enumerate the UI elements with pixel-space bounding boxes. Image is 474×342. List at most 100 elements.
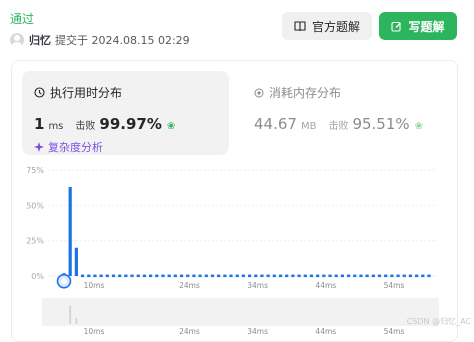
chart-bar[interactable] (161, 274, 165, 278)
complexity-label: 复杂度分析 (48, 141, 103, 154)
chart-bar[interactable] (99, 274, 103, 278)
chart-bar[interactable] (384, 274, 388, 278)
chart-bar[interactable] (377, 274, 382, 278)
chart-bar[interactable] (365, 274, 369, 278)
y-tick-label: 25% (26, 237, 44, 246)
csdn-watermark: CSDN @归忆_AC (406, 317, 471, 326)
chart-bar[interactable] (235, 274, 239, 278)
chart-bar[interactable] (210, 274, 215, 278)
chart-bar[interactable] (179, 274, 184, 278)
chart-bar[interactable] (278, 274, 283, 278)
chart-bar[interactable] (149, 274, 153, 278)
x-tick-label: 10ms (84, 281, 105, 290)
range-tick-label: 34ms (247, 327, 268, 336)
chart-bar[interactable] (204, 274, 208, 278)
chart-bar[interactable] (247, 274, 252, 278)
chart-bar[interactable] (241, 274, 246, 278)
edit-icon (391, 21, 402, 32)
chart-bar[interactable] (316, 274, 320, 278)
chart-bar[interactable] (105, 274, 109, 278)
chart-bar[interactable] (421, 274, 425, 278)
chart-bar[interactable] (229, 274, 233, 278)
chart-bar[interactable] (303, 274, 307, 278)
chart-bar[interactable] (223, 274, 227, 278)
chart-bar[interactable] (402, 274, 406, 278)
chart-bar[interactable] (130, 274, 134, 278)
write-solution-button[interactable]: 写题解 (379, 12, 457, 40)
chart-bar[interactable] (87, 274, 91, 278)
chart-bar[interactable] (142, 274, 147, 278)
chart-bar[interactable] (124, 274, 128, 278)
official-solution-button[interactable]: 官方题解 (282, 12, 372, 40)
chart-bar[interactable] (136, 274, 140, 278)
chart-bar[interactable] (340, 274, 344, 278)
write-solution-label: 写题解 (408, 19, 445, 34)
y-tick-label: 75% (26, 166, 44, 175)
chart-bar[interactable] (118, 274, 122, 278)
avatar[interactable] (10, 33, 24, 47)
chart-bar[interactable] (309, 274, 314, 278)
chart-bar[interactable] (93, 274, 97, 278)
chart-bar[interactable] (285, 274, 289, 278)
memory-stats: 44.67 MB 击败 95.51% ❀ (254, 115, 423, 133)
chart-bar[interactable] (111, 274, 116, 278)
chart-bar[interactable] (155, 274, 159, 278)
chart-bar[interactable] (80, 274, 85, 278)
submission-meta: 归忆 提交于 2024.08.15 02:29 (10, 32, 190, 48)
chart-bar[interactable] (291, 274, 295, 278)
chart-bar[interactable] (322, 274, 326, 278)
memory-title: 消耗内存分布 (269, 86, 342, 100)
chart-bar[interactable] (192, 274, 196, 278)
memory-beats-percent: 95.51% (352, 115, 410, 133)
chart-bar[interactable] (217, 274, 221, 278)
chart-bar[interactable] (346, 274, 351, 278)
runtime-value: 1 (34, 115, 45, 133)
chart-bar[interactable] (74, 247, 78, 276)
leaf-icon: ❀ (166, 121, 176, 132)
chart-bar[interactable] (334, 274, 338, 278)
range-mini-bar (63, 323, 65, 324)
chart-bar[interactable] (353, 274, 357, 278)
chart-bar[interactable] (266, 274, 270, 278)
chart-bar[interactable] (390, 274, 394, 278)
range-selector-track (42, 298, 439, 326)
memory-unit: MB (300, 121, 317, 132)
chart-bar[interactable] (396, 274, 400, 278)
accepted-status: 通过 (10, 12, 35, 26)
leaf-icon-memory: ❀ (414, 121, 424, 132)
range-tick-label: 24ms (179, 327, 200, 336)
chart-bar[interactable] (408, 274, 413, 278)
range-tick-label: 54ms (384, 327, 405, 336)
chart-bar[interactable] (359, 274, 363, 278)
chart-bar[interactable] (371, 274, 375, 278)
runtime-beats-label: 击败 (75, 121, 96, 132)
memory-panel-title[interactable]: 消耗内存分布 (254, 84, 341, 101)
range-tick-label: 10ms (84, 327, 105, 336)
book-icon (294, 20, 306, 31)
chart-bar[interactable] (328, 274, 332, 278)
y-tick-label: 0% (31, 272, 44, 281)
chart-bar[interactable] (186, 274, 190, 278)
chart-bar[interactable] (173, 274, 177, 278)
runtime-panel[interactable]: 执行用时分布 1 ms 击败 99.97% ❀ 复杂度分析 (22, 71, 229, 155)
x-tick-label: 54ms (384, 281, 405, 290)
chart-bar[interactable] (272, 274, 276, 278)
runtime-title: 执行用时分布 (50, 86, 123, 100)
submitted-time: 提交于 2024.08.15 02:29 (55, 34, 190, 47)
chart-bar[interactable] (297, 274, 301, 278)
chart-bar[interactable] (415, 274, 419, 278)
chart-bar[interactable] (198, 274, 202, 278)
chart-bar[interactable] (254, 274, 258, 278)
sparkle-icon (34, 142, 44, 152)
chart-bar[interactable] (68, 186, 72, 276)
x-tick-label: 44ms (315, 281, 336, 290)
chart-bar[interactable] (167, 274, 171, 278)
chip-icon (254, 88, 264, 97)
complexity-analysis-link[interactable]: 复杂度分析 (34, 139, 103, 155)
chart-bar[interactable] (427, 274, 431, 278)
runtime-distribution-chart[interactable]: 75% 50% 25% 0% 10ms 24ms 34ms 44ms 54ms 10ms 24ms 3… (12, 161, 457, 341)
x-tick-label: 24ms (179, 281, 200, 290)
author-name[interactable]: 归忆 (29, 32, 51, 48)
chart-bar[interactable] (260, 274, 264, 278)
stats-card: 执行用时分布 1 ms 击败 99.97% ❀ 复杂度分析 消耗内存分布 44.… (11, 60, 458, 342)
